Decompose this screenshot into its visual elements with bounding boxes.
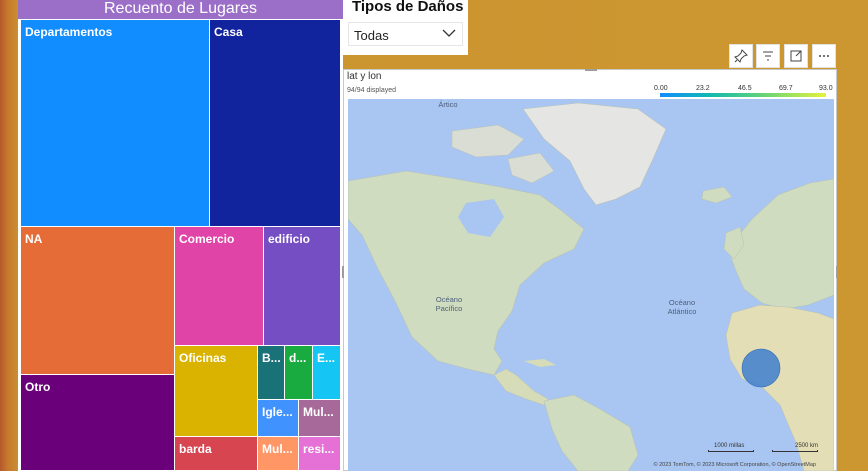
resize-handle-left[interactable] xyxy=(342,266,344,278)
map-data-bubble[interactable] xyxy=(741,348,781,388)
treemap-tile-mul-1[interactable]: Mul... xyxy=(298,399,341,437)
map-color-legend: 0.00 23.2 46.5 69.7 93.0 xyxy=(654,85,833,99)
treemap-tile-e[interactable]: E... xyxy=(312,345,341,400)
map-displayed-count: 94/94 displayed xyxy=(347,87,397,94)
filter-visual-button[interactable] xyxy=(756,44,780,68)
filter-icon xyxy=(763,51,773,61)
more-options-button[interactable] xyxy=(812,44,836,68)
legend-tick: 69.7 xyxy=(779,85,793,92)
map-label-pacific: Océano Pacífico xyxy=(435,295,463,313)
treemap-tile-comercio[interactable]: Comercio xyxy=(174,226,264,346)
legend-tick: 23.2 xyxy=(696,85,710,92)
legend-gradient-bar xyxy=(660,93,826,97)
slicer-selected-value: Todas xyxy=(354,28,389,43)
treemap-tile-iglesia[interactable]: Igle... xyxy=(257,399,299,437)
scale-miles: 1000 millas xyxy=(714,443,745,449)
legend-tick: 0.00 xyxy=(654,85,668,92)
slicer-dropdown[interactable]: Todas xyxy=(348,22,463,46)
treemap-tile-departamentos[interactable]: Departamentos xyxy=(20,19,210,227)
pin-icon xyxy=(734,49,748,63)
more-options-icon xyxy=(819,55,829,57)
map-canvas[interactable]: Ártico Océano Pacífico Océano Atlántico … xyxy=(348,99,834,471)
resize-handle-top[interactable] xyxy=(585,69,597,71)
treemap-tile-otro[interactable]: Otro xyxy=(20,374,175,471)
scale-km: 2500 km xyxy=(794,443,818,449)
map-label-arctic: Ártico xyxy=(438,100,458,109)
treemap-tile-mul-2[interactable]: Mul... xyxy=(257,436,299,471)
treemap-tile-b[interactable]: B... xyxy=(257,345,285,400)
treemap-tile-d[interactable]: d... xyxy=(284,345,313,400)
treemap-tile-oficinas[interactable]: Oficinas xyxy=(174,345,258,437)
damage-type-slicer: Tipos de Daños Todas xyxy=(343,0,468,55)
chevron-down-icon xyxy=(442,29,456,37)
map-copyright: © 2023 TomTom, © 2023 Microsoft Corporat… xyxy=(653,462,816,468)
map-title: lat y lon xyxy=(347,71,382,82)
focus-mode-icon xyxy=(790,50,802,62)
treemap-tile-barda[interactable]: barda xyxy=(174,436,258,471)
resize-handle-right[interactable] xyxy=(836,266,838,278)
map-label-atlantic: Océano Atlántico xyxy=(667,298,697,316)
legend-tick: 93.0 xyxy=(819,85,833,92)
focus-mode-button[interactable] xyxy=(784,44,808,68)
map-visual[interactable]: lat y lon 94/94 displayed 0.00 23.2 46.5… xyxy=(342,69,838,471)
map-scale-bar: 1000 millas 2500 km xyxy=(708,443,818,453)
treemap-tile-edificio[interactable]: edificio xyxy=(263,226,341,346)
treemap-tile-casa[interactable]: Casa xyxy=(209,19,341,227)
world-map-land xyxy=(348,102,834,471)
treemap-tile-na[interactable]: NA xyxy=(20,226,175,375)
legend-tick: 46.5 xyxy=(738,85,752,92)
pin-visual-button[interactable] xyxy=(729,44,753,68)
treemap-chart[interactable]: Departamentos Casa NA Comercio edificio … xyxy=(18,19,343,471)
treemap-title: Recuento de Lugares xyxy=(18,0,343,19)
slicer-title: Tipos de Daños xyxy=(352,0,464,15)
treemap-tile-resi[interactable]: resi... xyxy=(298,436,341,471)
